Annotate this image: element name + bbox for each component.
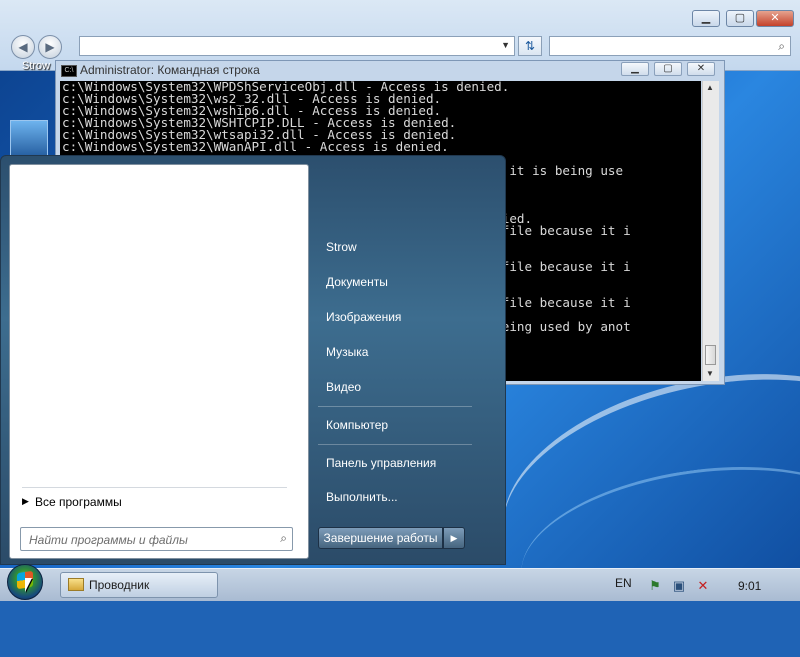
search-input[interactable]: ⌕	[549, 36, 791, 56]
forward-button[interactable]: ▶	[38, 35, 62, 59]
refresh-icon: ⇅	[524, 39, 536, 53]
refresh-button[interactable]: ⇅	[518, 36, 542, 56]
divider	[318, 444, 472, 445]
maximize-button[interactable]: ▢	[654, 62, 682, 76]
start-menu: ▶ Все программы	[0, 155, 506, 565]
start-search-input[interactable]: Найти программы и файлы ⌕	[20, 527, 293, 551]
start-item-music[interactable]: Музыка	[326, 345, 368, 359]
arrow-right-icon: ▶	[45, 40, 55, 54]
minimize-button[interactable]: ▁	[621, 62, 649, 76]
start-item-strow[interactable]: Strow	[326, 240, 357, 254]
start-item-videos[interactable]: Видео	[326, 380, 361, 394]
start-item-documents[interactable]: Документы	[326, 275, 388, 289]
search-icon[interactable]: ⌕	[280, 531, 287, 546]
taskbar-item-explorer[interactable]: Проводник	[60, 572, 218, 598]
computer-icon[interactable]	[10, 120, 48, 158]
close-button[interactable]: ✕	[756, 10, 794, 27]
all-programs-label: Все программы	[35, 495, 122, 509]
start-item-computer[interactable]: Компьютер	[326, 418, 388, 432]
window-title: Administrator: Командная строка	[80, 63, 260, 77]
scroll-up-icon[interactable]: ▲	[706, 83, 714, 92]
folder-icon	[68, 578, 84, 591]
scroll-thumb[interactable]	[705, 345, 716, 365]
scroll-down-icon[interactable]: ▼	[706, 369, 714, 378]
arrow-left-icon: ◀	[18, 40, 28, 54]
minimize-button[interactable]: ▁	[692, 10, 720, 27]
scrollbar[interactable]: ▲ ▼	[702, 81, 719, 381]
divider	[22, 487, 287, 488]
close-button[interactable]: ✕	[687, 62, 715, 76]
search-icon[interactable]: ⌕	[778, 39, 785, 54]
triangle-right-icon: ▶	[22, 496, 29, 506]
mouse-cursor-icon	[25, 578, 32, 592]
desktop-icon-label: Strow	[22, 60, 51, 72]
divider	[318, 406, 472, 407]
start-item-pictures[interactable]: Изображения	[326, 310, 401, 324]
console-icon: C:\	[61, 65, 77, 77]
clock[interactable]: 9:01	[738, 579, 761, 593]
maximize-button[interactable]: ▢	[726, 10, 754, 27]
chevron-down-icon[interactable]: ▼	[501, 40, 510, 50]
start-item-control-panel[interactable]: Панель управления	[326, 456, 436, 470]
language-indicator[interactable]: EN	[615, 576, 632, 590]
volume-muted-icon[interactable]: ✕	[695, 578, 711, 594]
shutdown-options-button[interactable]: ▶	[443, 527, 465, 549]
address-bar[interactable]: ▼	[79, 36, 515, 56]
action-center-icon[interactable]: ⚑	[647, 578, 663, 594]
search-placeholder: Найти программы и файлы	[29, 533, 188, 547]
start-menu-programs-pane: ▶ Все программы	[9, 164, 309, 559]
triangle-right-icon: ▶	[450, 533, 458, 543]
taskbar-item-label: Проводник	[89, 578, 150, 592]
back-button[interactable]: ◀	[11, 35, 35, 59]
network-icon[interactable]: ▣	[671, 578, 687, 594]
start-item-run[interactable]: Выполнить...	[326, 490, 398, 504]
shutdown-button[interactable]: Завершение работы	[318, 527, 443, 549]
